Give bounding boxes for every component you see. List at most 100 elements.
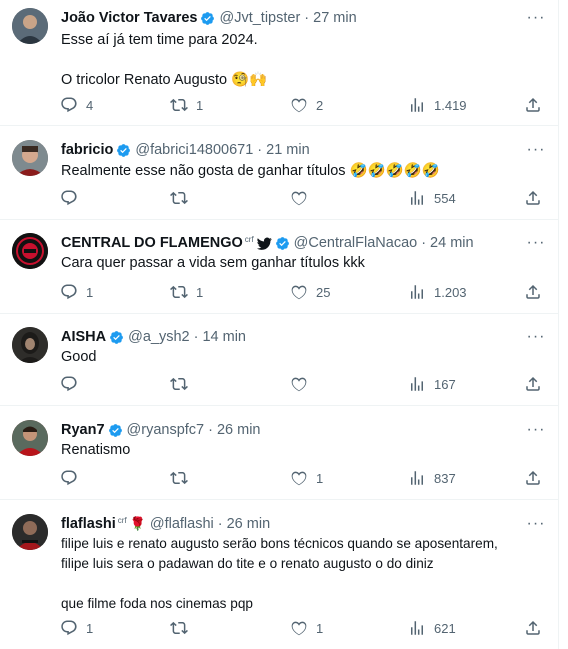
tweet[interactable]: fabricio @fabrici14800671 · 21 min ··· R…	[0, 126, 558, 220]
user-handle[interactable]: @fabrici14800671	[135, 142, 253, 158]
user-handle[interactable]: @a_ysh2	[128, 329, 189, 345]
like-button[interactable]: 1	[290, 469, 323, 487]
reply-button[interactable]: 1	[60, 619, 93, 637]
share-button[interactable]	[524, 189, 542, 207]
like-count: 2	[316, 97, 324, 113]
heart-icon	[291, 285, 307, 300]
avatar[interactable]	[12, 233, 48, 269]
reply-button[interactable]	[60, 375, 86, 393]
retweet-button[interactable]	[170, 619, 196, 637]
retweet-icon	[170, 285, 188, 299]
timestamp[interactable]: 14 min	[202, 329, 246, 345]
retweet-button[interactable]	[170, 469, 196, 487]
tweet-actions: 1 1 25 1.203	[52, 283, 544, 305]
avatar[interactable]	[12, 140, 48, 176]
separator-dot: ·	[257, 142, 263, 158]
reply-icon	[61, 620, 77, 636]
more-icon[interactable]: ···	[526, 420, 546, 440]
user-handle[interactable]: @Jvt_tipster	[219, 10, 300, 26]
tweet[interactable]: AISHA @a_ysh2 · 14 min ··· Good 167	[0, 314, 558, 406]
like-button[interactable]: 2	[290, 96, 323, 114]
retweet-button[interactable]	[170, 375, 196, 393]
share-button[interactable]	[524, 469, 542, 487]
timestamp[interactable]: 27 min	[313, 10, 357, 26]
tweet-header: Ryan7 @ryanspfc7 · 26 min	[61, 420, 518, 440]
tweet-header: flaflashi crf 🌹 @flaflashi · 26 min	[61, 514, 518, 534]
avatar[interactable]	[12, 8, 48, 44]
views-button[interactable]: 1.203	[408, 283, 467, 301]
tweet[interactable]: CENTRAL DO FLAMENGO crf @CentralFlaNacao…	[0, 220, 558, 314]
views-button[interactable]: 554	[408, 189, 456, 207]
more-icon[interactable]: ···	[526, 514, 546, 534]
tweet[interactable]: Ryan7 @ryanspfc7 · 26 min ··· Renatismo …	[0, 406, 558, 500]
views-button[interactable]: 621	[408, 619, 456, 637]
separator-dot: ·	[208, 422, 213, 438]
share-button[interactable]	[524, 283, 542, 301]
more-icon[interactable]: ···	[526, 8, 546, 28]
reply-count: 1	[86, 284, 94, 300]
tweet-text: filipe luis e renato augusto serão bons …	[61, 536, 498, 611]
reply-button[interactable]: 1	[60, 283, 93, 301]
user-name[interactable]: AISHA	[61, 329, 106, 345]
share-button[interactable]	[524, 619, 542, 637]
avatar[interactable]	[12, 420, 48, 456]
heart-icon	[291, 621, 307, 636]
tweet-actions: 1 1 621	[52, 619, 544, 641]
retweet-button[interactable]	[170, 189, 196, 207]
avatar[interactable]	[12, 327, 48, 363]
share-button[interactable]	[524, 375, 542, 393]
user-name[interactable]: João Victor Tavares	[61, 10, 197, 26]
share-icon	[526, 470, 540, 485]
timestamp[interactable]: 26 min	[217, 422, 261, 438]
share-icon	[526, 190, 540, 205]
reply-icon	[61, 190, 77, 206]
reply-button[interactable]: 4	[60, 96, 93, 114]
views-button[interactable]: 167	[408, 375, 456, 393]
like-count: 1	[316, 620, 324, 636]
retweet-button[interactable]: 1	[170, 96, 203, 114]
user-name[interactable]: flaflashi	[61, 516, 116, 532]
tweet-actions: 554	[52, 189, 544, 211]
verified-badge-icon	[108, 423, 122, 437]
view-count: 1.203	[434, 284, 467, 300]
views-button[interactable]: 837	[408, 469, 456, 487]
like-button[interactable]	[290, 375, 316, 393]
reply-icon	[61, 97, 77, 113]
view-count: 1.419	[434, 97, 467, 113]
reply-icon	[61, 376, 77, 392]
timestamp[interactable]: 26 min	[227, 516, 271, 532]
views-icon	[411, 621, 423, 635]
team-tag: crf	[117, 515, 127, 525]
views-icon	[411, 377, 423, 391]
user-name[interactable]: CENTRAL DO FLAMENGO	[61, 235, 243, 251]
more-icon[interactable]: ···	[526, 140, 546, 160]
like-button[interactable]	[290, 189, 316, 207]
retweet-button[interactable]: 1	[170, 283, 203, 301]
more-icon[interactable]: ···	[526, 327, 546, 347]
user-name[interactable]: fabricio	[61, 142, 113, 158]
like-button[interactable]: 25	[290, 283, 330, 301]
views-button[interactable]: 1.419	[408, 96, 467, 114]
more-icon[interactable]: ···	[526, 233, 546, 253]
user-handle[interactable]: @ryanspfc7	[127, 422, 205, 438]
share-icon	[526, 376, 540, 391]
like-button[interactable]: 1	[290, 619, 323, 637]
retweet-icon	[170, 98, 188, 112]
share-button[interactable]	[524, 96, 542, 114]
reply-feed: João Victor Tavares @Jvt_tipster · 27 mi…	[0, 0, 559, 649]
reply-button[interactable]	[60, 189, 86, 207]
user-handle[interactable]: @flaflashi	[150, 516, 214, 532]
reply-count: 4	[86, 97, 94, 113]
tweet[interactable]: João Victor Tavares @Jvt_tipster · 27 mi…	[0, 0, 558, 126]
reply-button[interactable]	[60, 469, 86, 487]
timestamp[interactable]: 24 min	[430, 235, 474, 251]
views-icon	[411, 191, 423, 205]
tweet[interactable]: flaflashi crf 🌹 @flaflashi · 26 min ··· …	[0, 500, 558, 649]
tweet-text: Renatismo	[61, 442, 131, 458]
avatar[interactable]	[12, 514, 48, 550]
share-icon	[526, 620, 540, 635]
timestamp[interactable]: 21 min	[266, 142, 310, 158]
user-handle[interactable]: @CentralFlaNacao	[294, 235, 418, 251]
user-name[interactable]: Ryan7	[61, 422, 105, 438]
retweet-icon	[170, 377, 188, 391]
